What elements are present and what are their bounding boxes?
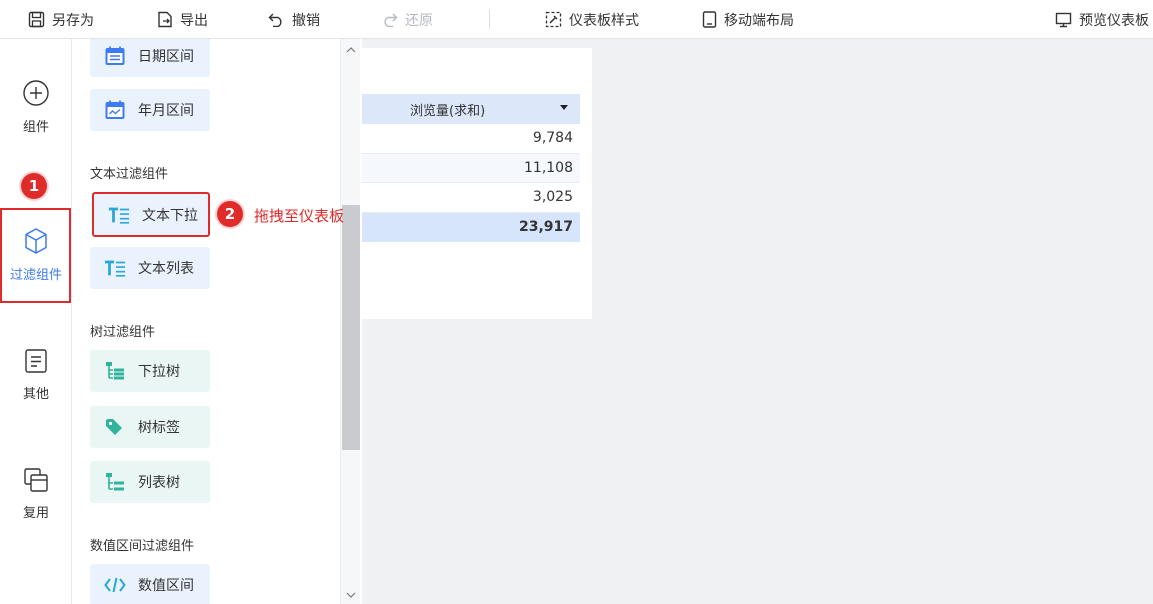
export-label: 导出 — [180, 12, 208, 29]
calendar-icon — [104, 45, 126, 67]
step-badge-2: 2 — [217, 201, 243, 227]
preview-dashboard-label: 预览仪表板 — [1079, 12, 1149, 29]
comp-text-dropdown-label: 文本下拉 — [142, 207, 198, 224]
dashboard-style-label: 仪表板样式 — [569, 12, 639, 29]
tree-icon — [104, 360, 126, 382]
comp-text-list-label: 文本列表 — [138, 261, 194, 277]
mobile-layout-label: 移动端布局 — [724, 12, 794, 29]
preview-dashboard-button[interactable]: 预览仪表板 — [1055, 0, 1149, 39]
table-total-row: 23,917 — [362, 212, 580, 242]
section-title-numeric-filter: 数值区间过滤组件 — [90, 539, 195, 554]
save-as-button[interactable]: 另存为 — [28, 0, 94, 39]
mobile-layout-button[interactable]: 移动端布局 — [702, 0, 794, 39]
list-tree-icon — [104, 471, 126, 493]
comp-year-month-range[interactable]: 年月区间 — [90, 89, 210, 131]
copy-layers-icon — [24, 468, 48, 492]
scroll-down-icon[interactable] — [341, 587, 361, 603]
step-badge-1: 1 — [21, 173, 47, 199]
drag-annotation: 拖拽至仪表板 — [254, 207, 345, 225]
monitor-icon — [1055, 12, 1072, 27]
table-widget[interactable]: 浏览量(求和) 9,784 11,108 3,025 23,917 — [362, 48, 592, 319]
undo-icon — [268, 13, 282, 27]
data-table: 浏览量(求和) 9,784 11,108 3,025 23,917 — [362, 94, 580, 242]
text-dropdown-icon — [108, 204, 130, 226]
comp-date-range[interactable]: 日期区间 — [90, 39, 210, 77]
redo-button[interactable]: 还原 — [381, 0, 433, 39]
section-title-tree-filter: 树过滤组件 — [90, 325, 156, 340]
component-panel: 日期区间 年月区间 文本过滤组件 文本下拉 文本列表 树过滤组件 下拉树 树标签… — [72, 39, 362, 604]
comp-dropdown-tree-label: 下拉树 — [138, 364, 180, 380]
toolbar-divider — [489, 10, 490, 29]
comp-tree-tag[interactable]: 树标签 — [90, 406, 210, 448]
rail-item-other[interactable]: 其他 — [0, 348, 72, 402]
highlight-filter-tab — [0, 208, 71, 303]
rail-components-label: 组件 — [22, 120, 49, 135]
rail-reuse-label: 复用 — [22, 506, 49, 521]
mobile-icon — [702, 11, 717, 28]
table-row: 11,108 — [362, 153, 580, 183]
comp-list-tree-label: 列表树 — [138, 475, 180, 491]
scroll-up-icon[interactable] — [341, 42, 361, 58]
export-icon — [158, 11, 172, 28]
comp-date-range-label: 日期区间 — [138, 49, 194, 65]
table-row: 3,025 — [362, 183, 580, 213]
comp-dropdown-tree[interactable]: 下拉树 — [90, 350, 210, 392]
save-icon — [28, 11, 45, 28]
dashboard-style-button[interactable]: 仪表板样式 — [545, 0, 639, 39]
redo-label: 还原 — [405, 12, 433, 29]
scrollbar-thumb[interactable] — [342, 205, 360, 450]
section-title-text-filter: 文本过滤组件 — [90, 167, 169, 182]
panel-scrollbar[interactable] — [340, 39, 360, 604]
rail-item-reuse[interactable]: 复用 — [0, 467, 72, 521]
plus-circle-icon — [23, 80, 49, 106]
undo-label: 撤销 — [292, 12, 320, 29]
save-as-label: 另存为 — [52, 12, 94, 29]
dropdown-caret-icon[interactable] — [560, 105, 568, 110]
comp-list-tree[interactable]: 列表树 — [90, 461, 210, 503]
text-list-icon — [104, 257, 126, 279]
left-rail: 组件 过滤组件 其他 复用 — [0, 39, 72, 604]
export-button[interactable]: 导出 — [157, 0, 208, 39]
comp-numeric-range[interactable]: 数值区间 — [90, 564, 210, 604]
comp-year-month-range-label: 年月区间 — [138, 103, 194, 119]
rail-item-components[interactable]: 组件 — [0, 79, 72, 135]
code-icon — [104, 574, 126, 596]
comp-numeric-range-label: 数值区间 — [138, 578, 194, 594]
calendar-trend-icon — [104, 99, 126, 121]
undo-button[interactable]: 撤销 — [268, 0, 320, 39]
table-row: 9,784 — [362, 124, 580, 154]
document-icon — [25, 349, 47, 373]
redo-icon — [384, 13, 398, 27]
comp-text-list[interactable]: 文本列表 — [90, 247, 210, 289]
column-header-views-sum: 浏览量(求和) — [410, 103, 486, 119]
comp-tree-tag-label: 树标签 — [138, 420, 180, 436]
comp-text-dropdown[interactable]: 文本下拉 — [92, 192, 210, 237]
style-brush-icon — [545, 11, 562, 28]
toolbar: 另存为 导出 撤销 还原 仪表板样式 移动端布局 预览仪表板 — [0, 0, 1153, 39]
rail-other-label: 其他 — [22, 387, 49, 402]
tag-icon — [104, 416, 126, 438]
table-header[interactable]: 浏览量(求和) — [362, 94, 580, 124]
